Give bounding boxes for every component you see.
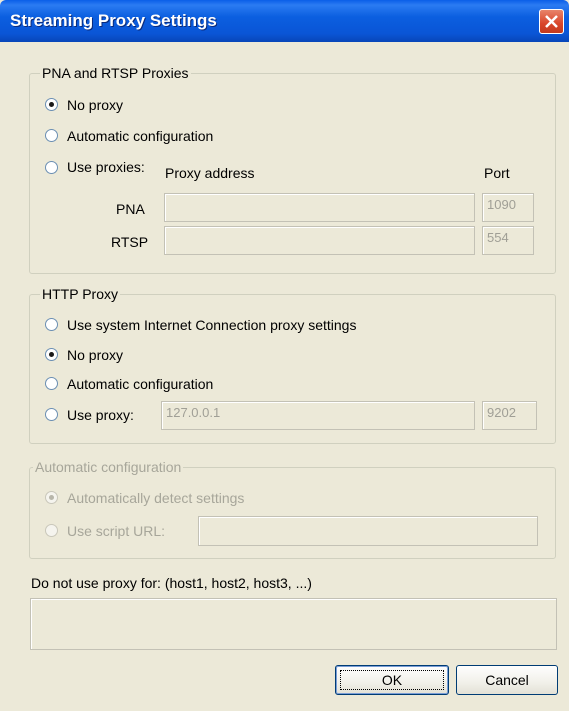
- auto-detect-label[interactable]: Automatically detect settings: [67, 490, 244, 506]
- script-url-field[interactable]: [198, 516, 538, 546]
- pna-rtsp-group-label: PNA and RTSP Proxies: [40, 65, 191, 81]
- pna-no-proxy-label[interactable]: No proxy: [67, 97, 123, 113]
- cancel-button-label: Cancel: [485, 672, 529, 688]
- rtsp-port-field[interactable]: 554: [482, 226, 534, 255]
- port-header: Port: [484, 165, 510, 181]
- auto-detect-radio[interactable]: [45, 491, 58, 504]
- http-no-proxy-label[interactable]: No proxy: [67, 347, 123, 363]
- bypass-field[interactable]: [30, 598, 557, 650]
- script-url-radio[interactable]: [45, 524, 58, 537]
- pna-automatic-label[interactable]: Automatic configuration: [67, 128, 213, 144]
- script-url-label[interactable]: Use script URL:: [67, 523, 165, 539]
- cancel-button[interactable]: Cancel: [456, 665, 558, 695]
- focus-rect: [340, 670, 444, 690]
- ok-button[interactable]: OK: [335, 665, 449, 695]
- http-use-proxy-label[interactable]: Use proxy:: [67, 407, 134, 423]
- window-title: Streaming Proxy Settings: [10, 11, 217, 30]
- http-no-proxy-radio[interactable]: [45, 348, 58, 361]
- http-proxy-port-field[interactable]: 9202: [482, 401, 537, 430]
- close-icon: [545, 15, 558, 28]
- rtsp-address-field[interactable]: [164, 226, 475, 255]
- http-use-proxy-radio[interactable]: [45, 408, 58, 421]
- http-proxy-address-field[interactable]: 127.0.0.1: [161, 401, 475, 430]
- pna-no-proxy-radio[interactable]: [45, 98, 58, 111]
- http-proxy-group-label: HTTP Proxy: [40, 286, 120, 302]
- pna-port-field[interactable]: 1090: [482, 193, 534, 222]
- pna-automatic-radio[interactable]: [45, 129, 58, 142]
- auto-config-group-label: Automatic configuration: [33, 459, 184, 475]
- close-button[interactable]: [539, 9, 564, 34]
- http-automatic-radio[interactable]: [45, 377, 58, 390]
- http-use-system-label[interactable]: Use system Internet Connection proxy set…: [67, 317, 356, 333]
- pna-row-label: PNA: [116, 201, 145, 217]
- pna-use-proxies-label[interactable]: Use proxies:: [67, 159, 145, 175]
- pna-use-proxies-radio[interactable]: [45, 161, 58, 174]
- http-use-system-radio[interactable]: [45, 318, 58, 331]
- rtsp-row-label: RTSP: [111, 234, 149, 250]
- proxy-address-header: Proxy address: [165, 165, 255, 181]
- http-automatic-label[interactable]: Automatic configuration: [67, 376, 213, 392]
- bypass-label: Do not use proxy for: (host1, host2, hos…: [31, 575, 312, 591]
- pna-address-field[interactable]: [164, 193, 475, 222]
